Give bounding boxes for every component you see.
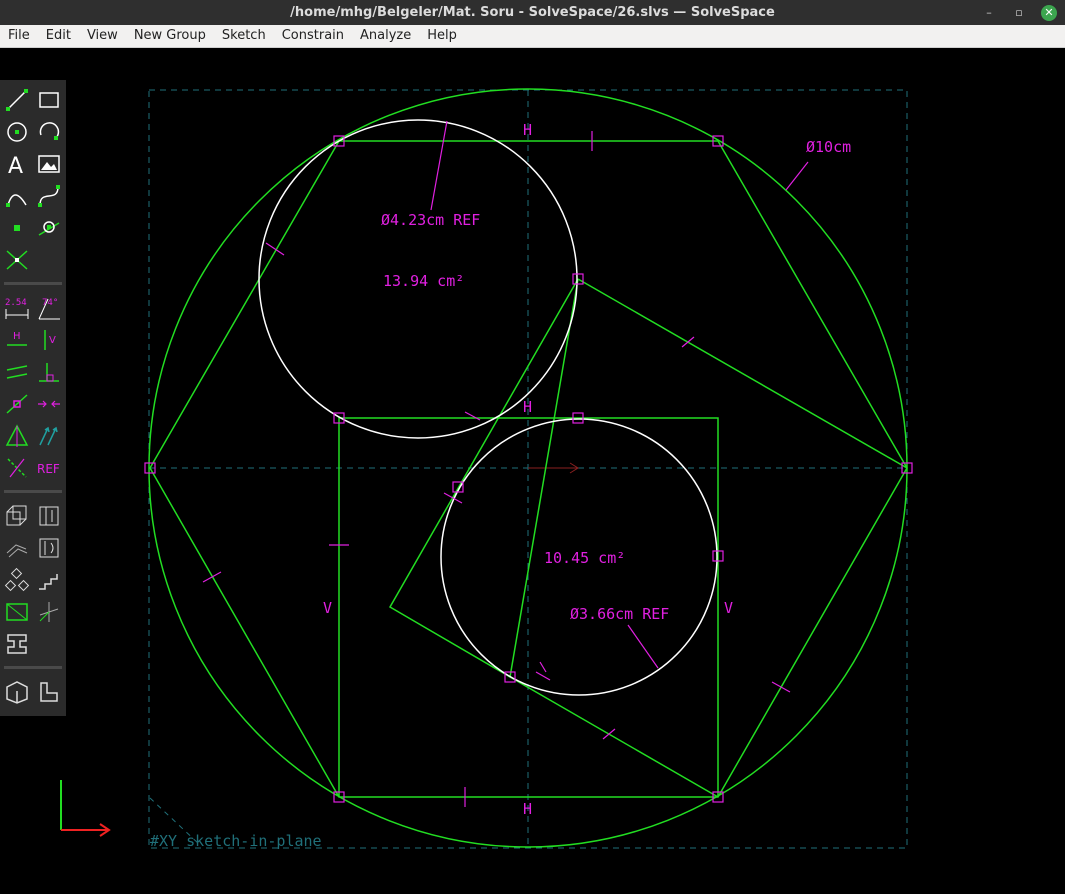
- same-orientation-tool[interactable]: [36, 423, 62, 449]
- v-constraint-left[interactable]: V: [323, 599, 332, 617]
- menu-sketch[interactable]: Sketch: [214, 25, 274, 47]
- upper-area-label: 13.94 cm²: [383, 272, 464, 290]
- step-translating-tool[interactable]: [36, 567, 62, 593]
- nearest-ortho-view-tool[interactable]: [36, 679, 62, 705]
- workplane-normal-arrow: [528, 462, 579, 474]
- group-label: #XY sketch-in-plane: [150, 832, 322, 850]
- sketch-drawing[interactable]: Ø4.23cm REF Ø10cm Ø3.66cm REF 13.94 cm² …: [0, 48, 1065, 890]
- upper-circle-diameter-label[interactable]: Ø4.23cm REF: [381, 211, 480, 229]
- sketch-canvas[interactable]: Ø4.23cm REF Ø10cm Ø3.66cm REF 13.94 cm² …: [0, 48, 1065, 890]
- menu-bar: File Edit View New Group Sketch Constrai…: [0, 25, 1065, 48]
- menu-file[interactable]: File: [0, 25, 38, 47]
- image-tool[interactable]: [36, 151, 62, 177]
- menu-help[interactable]: Help: [419, 25, 465, 47]
- toolbar-separator: [4, 282, 62, 285]
- coincident-constraint-tool[interactable]: [36, 391, 62, 417]
- svg-text:2.54: 2.54: [5, 298, 27, 308]
- triangle-edge-right[interactable]: [577, 278, 908, 469]
- helix-tool[interactable]: [36, 535, 62, 561]
- h-constraint-middle[interactable]: H: [523, 398, 532, 416]
- menu-constrain[interactable]: Constrain: [274, 25, 352, 47]
- construction-toggle-tool[interactable]: [4, 455, 30, 481]
- lower-circle-diameter-label[interactable]: Ø3.66cm REF: [570, 605, 669, 623]
- toolbar-separator: [4, 490, 62, 493]
- tangent-arc-tool[interactable]: [4, 183, 30, 209]
- outer-circle-diameter-label[interactable]: Ø10cm: [806, 138, 851, 156]
- circle-tool[interactable]: [4, 119, 30, 145]
- distance-constraint-tool[interactable]: 2.54: [4, 295, 30, 321]
- horizontal-constraint-tool[interactable]: H: [4, 327, 30, 353]
- parallel-constraint-tool[interactable]: [4, 359, 30, 385]
- menu-view[interactable]: View: [79, 25, 126, 47]
- link-import-tool[interactable]: [4, 631, 30, 657]
- toolbar-separator: [4, 666, 62, 669]
- triangle-edge-lower[interactable]: [509, 676, 719, 798]
- lathe-tool[interactable]: [36, 503, 62, 529]
- workplane-tool[interactable]: [36, 215, 62, 241]
- window-titlebar: /home/mhg/Belgeler/Mat. Soru - SolveSpac…: [0, 0, 1065, 25]
- 3d-sketch-tool[interactable]: [36, 599, 62, 625]
- svg-text:A: A: [8, 154, 23, 177]
- tool-palette: A 2.54 74° H V REF: [0, 80, 66, 716]
- lower-area-label: 10.45 cm²: [544, 549, 625, 567]
- menu-new-group[interactable]: New Group: [126, 25, 214, 47]
- equal-length-markers: [202, 131, 791, 807]
- dimension-leaders: [430, 120, 809, 669]
- svg-text:REF: REF: [37, 462, 60, 476]
- perpendicular-constraint-tool[interactable]: [36, 359, 62, 385]
- h-constraint-top[interactable]: H: [523, 121, 532, 139]
- minimize-button[interactable]: –: [981, 5, 997, 21]
- window-title: /home/mhg/Belgeler/Mat. Soru - SolveSpac…: [290, 5, 775, 20]
- bezier-tool[interactable]: [36, 183, 62, 209]
- inner-triangle[interactable]: [388, 278, 579, 679]
- symmetric-constraint-tool[interactable]: [4, 423, 30, 449]
- point-tool[interactable]: [4, 215, 30, 241]
- menu-analyze[interactable]: Analyze: [352, 25, 419, 47]
- reference-toggle-tool[interactable]: REF: [36, 455, 64, 481]
- vertical-constraint-tool[interactable]: V: [36, 327, 62, 353]
- v-constraint-right[interactable]: V: [724, 599, 733, 617]
- extrude-tool[interactable]: [4, 503, 30, 529]
- point-on-entity-tool[interactable]: [4, 391, 30, 417]
- window-controls: – ▫ ✕: [981, 0, 1057, 25]
- restore-button[interactable]: ▫: [1011, 5, 1027, 21]
- split-curves-tool[interactable]: [4, 247, 30, 273]
- svg-text:H: H: [13, 331, 21, 342]
- sweep-tool[interactable]: [4, 535, 30, 561]
- angle-constraint-tool[interactable]: 74°: [36, 295, 62, 321]
- line-tool[interactable]: [4, 87, 30, 113]
- text-tool[interactable]: A: [4, 151, 30, 177]
- workplane-in-2d-tool[interactable]: [4, 599, 30, 625]
- rectangle-tool[interactable]: [36, 87, 62, 113]
- step-rotating-tool[interactable]: [4, 567, 30, 593]
- nearest-isometric-view-tool[interactable]: [4, 679, 30, 705]
- h-constraint-bottom[interactable]: H: [523, 800, 532, 818]
- svg-text:V: V: [49, 335, 56, 346]
- arc-tool[interactable]: [36, 119, 62, 145]
- close-button[interactable]: ✕: [1041, 4, 1057, 21]
- menu-edit[interactable]: Edit: [38, 25, 79, 47]
